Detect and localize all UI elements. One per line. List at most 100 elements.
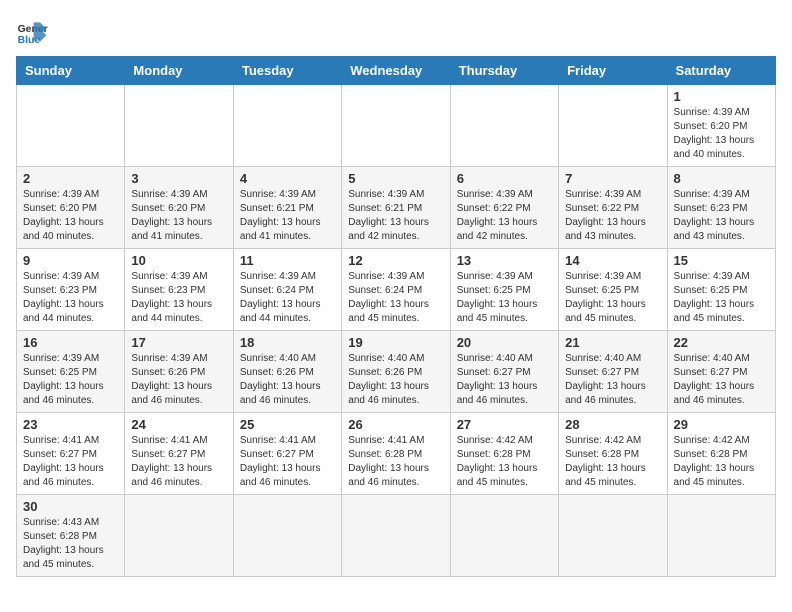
- day-number: 19: [348, 335, 443, 350]
- calendar-day-cell: 20 Sunrise: 4:40 AM Sunset: 6:27 PM Dayli…: [450, 331, 558, 413]
- calendar-day-cell: 5 Sunrise: 4:39 AM Sunset: 6:21 PM Daylig…: [342, 167, 450, 249]
- day-info: Sunrise: 4:39 AM Sunset: 6:21 PM Dayligh…: [348, 188, 443, 244]
- day-number: 4: [240, 171, 335, 186]
- day-info: Sunrise: 4:40 AM Sunset: 6:27 PM Dayligh…: [457, 352, 552, 408]
- page-header: General Blue: [16, 16, 776, 48]
- calendar-day-cell: [667, 495, 775, 577]
- day-info: Sunrise: 4:39 AM Sunset: 6:20 PM Dayligh…: [674, 106, 769, 162]
- calendar-day-cell: 19Sunrise: 4:40 AM Sunset: 6:26 PM Dayli…: [342, 331, 450, 413]
- calendar-day-cell: 1 Sunrise: 4:39 AM Sunset: 6:20 PM Daylig…: [667, 85, 775, 167]
- calendar-day-cell: 23Sunrise: 4:41 AM Sunset: 6:27 PM Dayli…: [17, 413, 125, 495]
- day-header-wednesday: Wednesday: [342, 57, 450, 85]
- calendar-week-row: 9 Sunrise: 4:39 AM Sunset: 6:23 PM Daylig…: [17, 249, 776, 331]
- calendar-table: SundayMondayTuesdayWednesdayThursdayFrid…: [16, 56, 776, 577]
- calendar-day-cell: [559, 85, 667, 167]
- calendar-day-cell: 15 Sunrise: 4:39 AM Sunset: 6:25 PM Dayli…: [667, 249, 775, 331]
- day-number: 17: [131, 335, 226, 350]
- calendar-day-cell: [342, 495, 450, 577]
- day-info: Sunrise: 4:40 AM Sunset: 6:27 PM Dayligh…: [565, 352, 660, 408]
- day-info: Sunrise: 4:39 AM Sunset: 6:25 PM Dayligh…: [565, 270, 660, 326]
- calendar-day-cell: 3Sunrise: 4:39 AM Sunset: 6:20 PM Daylig…: [125, 167, 233, 249]
- calendar-week-row: 1 Sunrise: 4:39 AM Sunset: 6:20 PM Daylig…: [17, 85, 776, 167]
- day-number: 8: [674, 171, 769, 186]
- calendar-day-cell: 4 Sunrise: 4:39 AM Sunset: 6:21 PM Daylig…: [233, 167, 341, 249]
- day-info: Sunrise: 4:39 AM Sunset: 6:23 PM Dayligh…: [674, 188, 769, 244]
- calendar-day-cell: [125, 495, 233, 577]
- day-info: Sunrise: 4:39 AM Sunset: 6:20 PM Dayligh…: [23, 188, 118, 244]
- calendar-day-cell: 16Sunrise: 4:39 AM Sunset: 6:25 PM Dayli…: [17, 331, 125, 413]
- day-number: 16: [23, 335, 118, 350]
- day-number: 14: [565, 253, 660, 268]
- calendar-day-cell: [17, 85, 125, 167]
- calendar-week-row: 23 Sunrise: 4:41 AM Sunset: 6:27 PM Dayli…: [17, 413, 776, 495]
- calendar-day-cell: 25 Sunrise: 4:41 AM Sunset: 6:27 PM Dayli…: [233, 413, 341, 495]
- day-info: Sunrise: 4:39 AM Sunset: 6:22 PM Dayligh…: [565, 188, 660, 244]
- day-info: Sunrise: 4:39 AM Sunset: 6:23 PM Dayligh…: [131, 270, 226, 326]
- calendar-day-cell: [342, 85, 450, 167]
- calendar-day-cell: 27Sunrise: 4:42 AM Sunset: 6:28 PM Dayli…: [450, 413, 558, 495]
- day-info: Sunrise: 4:41 AM Sunset: 6:27 PM Dayligh…: [240, 434, 335, 490]
- days-of-week-row: SundayMondayTuesdayWednesdayThursdayFrid…: [17, 57, 776, 85]
- calendar-week-row: 2 Sunrise: 4:39 AM Sunset: 6:20 PM Daylig…: [17, 167, 776, 249]
- day-number: 25: [240, 417, 335, 432]
- calendar-day-cell: 10 Sunrise: 4:39 AM Sunset: 6:23 PM Dayli…: [125, 249, 233, 331]
- day-number: 1: [674, 89, 769, 104]
- day-header-monday: Monday: [125, 57, 233, 85]
- day-number: 9: [23, 253, 118, 268]
- day-number: 21: [565, 335, 660, 350]
- calendar-day-cell: 18Sunrise: 4:40 AM Sunset: 6:26 PM Dayli…: [233, 331, 341, 413]
- day-number: 23: [23, 417, 118, 432]
- day-info: Sunrise: 4:42 AM Sunset: 6:28 PM Dayligh…: [565, 434, 660, 490]
- calendar-day-cell: 24Sunrise: 4:41 AM Sunset: 6:27 PM Dayli…: [125, 413, 233, 495]
- day-info: Sunrise: 4:39 AM Sunset: 6:20 PM Dayligh…: [131, 188, 226, 244]
- calendar-day-cell: 2 Sunrise: 4:39 AM Sunset: 6:20 PM Daylig…: [17, 167, 125, 249]
- calendar-day-cell: [233, 495, 341, 577]
- day-number: 5: [348, 171, 443, 186]
- day-number: 11: [240, 253, 335, 268]
- day-number: 26: [348, 417, 443, 432]
- calendar-day-cell: 7 Sunrise: 4:39 AM Sunset: 6:22 PM Daylig…: [559, 167, 667, 249]
- day-info: Sunrise: 4:42 AM Sunset: 6:28 PM Dayligh…: [674, 434, 769, 490]
- day-info: Sunrise: 4:41 AM Sunset: 6:28 PM Dayligh…: [348, 434, 443, 490]
- day-header-saturday: Saturday: [667, 57, 775, 85]
- calendar-week-row: 30 Sunrise: 4:43 AM Sunset: 6:28 PM Dayli…: [17, 495, 776, 577]
- calendar-day-cell: 17Sunrise: 4:39 AM Sunset: 6:26 PM Dayli…: [125, 331, 233, 413]
- day-number: 22: [674, 335, 769, 350]
- generalblue-logo-icon: General Blue: [16, 16, 48, 48]
- day-number: 27: [457, 417, 552, 432]
- day-number: 30: [23, 499, 118, 514]
- calendar-body: 1 Sunrise: 4:39 AM Sunset: 6:20 PM Daylig…: [17, 85, 776, 577]
- day-number: 28: [565, 417, 660, 432]
- calendar-day-cell: [450, 85, 558, 167]
- calendar-day-cell: [125, 85, 233, 167]
- calendar-day-cell: 26 Sunrise: 4:41 AM Sunset: 6:28 PM Dayli…: [342, 413, 450, 495]
- calendar-day-cell: 13 Sunrise: 4:39 AM Sunset: 6:25 PM Dayli…: [450, 249, 558, 331]
- calendar-day-cell: 8 Sunrise: 4:39 AM Sunset: 6:23 PM Daylig…: [667, 167, 775, 249]
- day-number: 15: [674, 253, 769, 268]
- calendar-day-cell: 28 Sunrise: 4:42 AM Sunset: 6:28 PM Dayli…: [559, 413, 667, 495]
- calendar-day-cell: [233, 85, 341, 167]
- day-info: Sunrise: 4:40 AM Sunset: 6:26 PM Dayligh…: [240, 352, 335, 408]
- calendar-day-cell: 29Sunrise: 4:42 AM Sunset: 6:28 PM Dayli…: [667, 413, 775, 495]
- day-number: 10: [131, 253, 226, 268]
- calendar-day-cell: 22Sunrise: 4:40 AM Sunset: 6:27 PM Dayli…: [667, 331, 775, 413]
- day-header-friday: Friday: [559, 57, 667, 85]
- calendar-day-cell: 14 Sunrise: 4:39 AM Sunset: 6:25 PM Dayli…: [559, 249, 667, 331]
- day-info: Sunrise: 4:39 AM Sunset: 6:21 PM Dayligh…: [240, 188, 335, 244]
- day-info: Sunrise: 4:39 AM Sunset: 6:25 PM Dayligh…: [457, 270, 552, 326]
- day-info: Sunrise: 4:39 AM Sunset: 6:23 PM Dayligh…: [23, 270, 118, 326]
- day-header-sunday: Sunday: [17, 57, 125, 85]
- day-number: 2: [23, 171, 118, 186]
- day-number: 24: [131, 417, 226, 432]
- day-number: 6: [457, 171, 552, 186]
- day-number: 13: [457, 253, 552, 268]
- day-info: Sunrise: 4:39 AM Sunset: 6:24 PM Dayligh…: [240, 270, 335, 326]
- calendar-day-cell: 6Sunrise: 4:39 AM Sunset: 6:22 PM Daylig…: [450, 167, 558, 249]
- day-info: Sunrise: 4:43 AM Sunset: 6:28 PM Dayligh…: [23, 516, 118, 572]
- calendar-week-row: 16Sunrise: 4:39 AM Sunset: 6:25 PM Dayli…: [17, 331, 776, 413]
- calendar-day-cell: 30 Sunrise: 4:43 AM Sunset: 6:28 PM Dayli…: [17, 495, 125, 577]
- day-number: 20: [457, 335, 552, 350]
- day-number: 7: [565, 171, 660, 186]
- calendar-day-cell: 12Sunrise: 4:39 AM Sunset: 6:24 PM Dayli…: [342, 249, 450, 331]
- day-info: Sunrise: 4:39 AM Sunset: 6:25 PM Dayligh…: [674, 270, 769, 326]
